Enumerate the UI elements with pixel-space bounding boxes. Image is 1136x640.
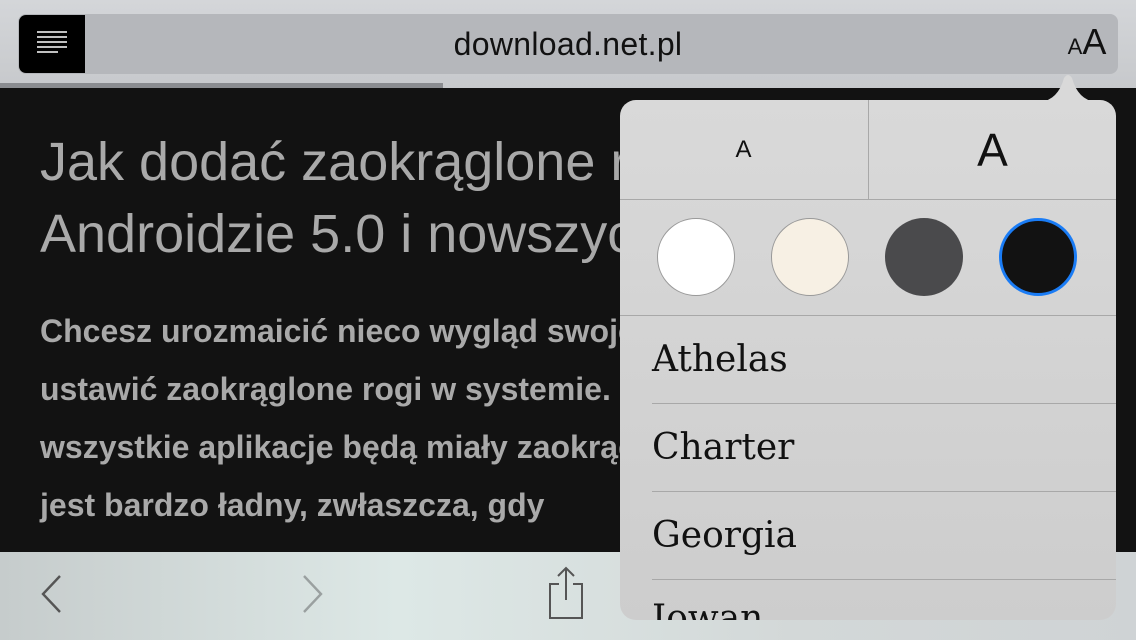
text-size-large-glyph: A bbox=[1082, 21, 1107, 62]
font-option-athelas[interactable]: Athelas bbox=[652, 316, 1116, 404]
share-button[interactable] bbox=[542, 564, 590, 624]
chevron-right-icon bbox=[300, 574, 324, 619]
back-button[interactable] bbox=[30, 574, 74, 618]
theme-gray-swatch[interactable] bbox=[885, 218, 963, 296]
reader-settings-popover: A A Athelas Charter Georgia Iowan bbox=[620, 100, 1116, 620]
decrease-font-size-button[interactable]: A bbox=[620, 100, 867, 199]
chevron-left-icon bbox=[40, 574, 64, 619]
theme-row bbox=[620, 200, 1116, 316]
font-option-iowan[interactable]: Iowan bbox=[652, 580, 1116, 620]
share-icon bbox=[546, 564, 586, 625]
increase-font-size-button[interactable]: A bbox=[869, 100, 1116, 199]
text-size-button[interactable]: A A bbox=[1062, 18, 1112, 68]
url-text[interactable]: download.net.pl bbox=[0, 14, 1136, 74]
font-option-charter[interactable]: Charter bbox=[652, 404, 1116, 492]
forward-button[interactable] bbox=[290, 574, 334, 618]
theme-white-swatch[interactable] bbox=[657, 218, 735, 296]
theme-sepia-swatch[interactable] bbox=[771, 218, 849, 296]
popover-arrow bbox=[1040, 75, 1096, 102]
font-option-georgia[interactable]: Georgia bbox=[652, 492, 1116, 580]
theme-night-swatch[interactable] bbox=[999, 218, 1077, 296]
font-size-row: A A bbox=[620, 100, 1116, 200]
text-size-small-glyph: A bbox=[1067, 34, 1083, 59]
